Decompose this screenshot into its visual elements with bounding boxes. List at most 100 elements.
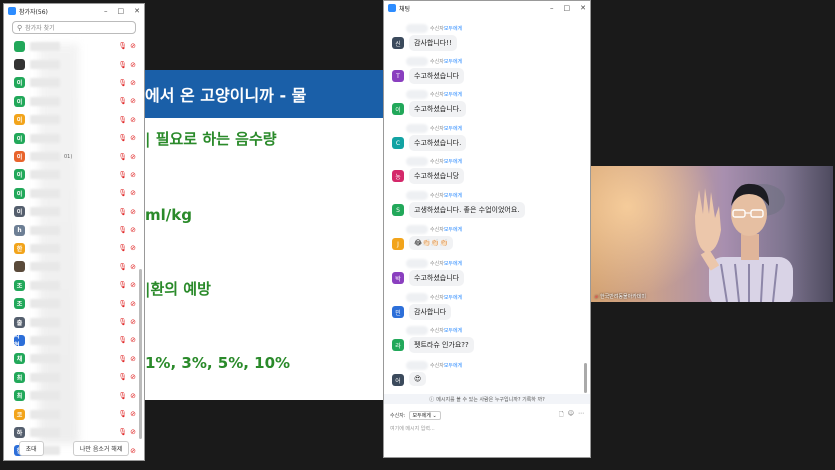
participant-row[interactable]: 🎙 ⊘: [4, 55, 144, 73]
participant-name-blurred: [30, 299, 60, 309]
mic-muted-icon: 🎙: [118, 299, 128, 308]
minimize-icon[interactable]: –: [104, 7, 108, 15]
mic-muted-icon: 🎙: [118, 115, 128, 124]
participant-row[interactable]: 이 01) 🎙 ⊘: [4, 147, 144, 165]
recipient-prefix: 수신자: [430, 59, 444, 65]
participant-avatar: 이: [14, 169, 25, 181]
chat-message-text: 감사합니다: [409, 304, 452, 320]
chat-message-header: 수신자 모두에게: [406, 191, 462, 200]
chat-message-header: 수신자 모두에게: [406, 225, 462, 234]
participant-avatar: 최: [14, 390, 25, 402]
invite-button[interactable]: 초대: [18, 440, 44, 456]
participants-titlebar: 참가자(56) – □ ✕: [4, 4, 144, 18]
participant-row[interactable]: 조 🎙 ⊘: [4, 294, 144, 312]
recipient-target: 모두에게: [443, 261, 463, 267]
chat-message-text: 수고하셨습니다.: [409, 101, 467, 117]
chat-message-list: 수신자 모두에게 신 감사합니다!! 수신자 모두에게 T 수고하셨습니다 수신자 모두에게 이 수고…: [384, 19, 590, 391]
close-icon[interactable]: ✕: [580, 4, 586, 12]
participant-avatar: 이: [14, 132, 25, 144]
participant-row[interactable]: h 🎙 ⊘: [4, 221, 144, 239]
participant-row[interactable]: 코 🎙 ⊘: [4, 405, 144, 423]
chat-scrollbar[interactable]: [584, 363, 587, 393]
participant-row[interactable]: 이 🎙 ⊘: [4, 74, 144, 92]
file-icon[interactable]: 🗋: [559, 410, 564, 420]
unmute-me-button[interactable]: 나만 음소거 해제: [72, 440, 130, 456]
participant-row[interactable]: 조 🎙 ⊘: [4, 276, 144, 294]
video-tile: ⌀ 한국반려동물아카데미: [591, 166, 833, 302]
video-off-icon: ⊘: [130, 391, 136, 400]
chat-message-header: 수신자 모두에게: [406, 124, 462, 133]
mic-muted-icon: 🎙: [118, 373, 128, 382]
participant-row[interactable]: 채 🎙 ⊘: [4, 350, 144, 368]
participant-row[interactable]: 이 🎙 ⊘: [4, 203, 144, 221]
participant-name-blurred: [30, 170, 60, 180]
slide-title: 에서 온 고양이니까 - 물: [145, 86, 307, 105]
participant-avatar: [14, 261, 25, 273]
chat-message-text: 펫트라슈 인가요??: [409, 337, 474, 353]
chat-message-text: 수고하셨습니다.: [409, 135, 467, 151]
chat-visibility-notice[interactable]: ⓘ 메시지를 볼 수 있는 사람은 누구입니까? 기록하 까?: [384, 394, 590, 404]
participant-name-blurred: [30, 280, 60, 290]
search-icon: ⚲: [17, 23, 23, 32]
chat-message-input[interactable]: 여기에 메시지 입력...: [384, 424, 590, 433]
video-off-icon: ⊘: [130, 281, 136, 290]
participants-scrollbar[interactable]: [139, 269, 142, 439]
participant-row[interactable]: 이 🎙 ⊘: [4, 111, 144, 129]
video-off-icon: ⊘: [130, 97, 136, 106]
recipient-prefix: 수신자: [430, 363, 444, 369]
video-off-icon: ⊘: [130, 226, 136, 235]
recipient-target: 모두에게: [443, 363, 463, 369]
recipient-target: 모두에게: [443, 328, 463, 334]
video-off-icon: ⊘: [130, 336, 136, 345]
participant-row[interactable]: 이 🎙 ⊘: [4, 129, 144, 147]
participant-name-blurred: [30, 41, 60, 51]
zoom-logo-icon: [8, 7, 16, 15]
participant-row[interactable]: 최 🎙 ⊘: [4, 368, 144, 386]
maximize-icon[interactable]: □: [118, 7, 125, 15]
participant-name-blurred: [30, 188, 60, 198]
sender-name-blurred: [406, 361, 428, 370]
slide-line-1: | 필요로 하는 음수량: [145, 130, 277, 148]
video-off-icon: ⊘: [130, 60, 136, 69]
participant-row[interactable]: 지현 🎙 ⊘: [4, 331, 144, 349]
recipient-select[interactable]: 모두에게 ⌄: [408, 410, 441, 420]
participant-avatar: 최: [14, 371, 25, 383]
participant-search-input[interactable]: ⚲ 참가자 찾기: [12, 21, 136, 34]
emoji-icon[interactable]: ☺: [568, 410, 574, 420]
mic-muted-icon: 🎙: [118, 152, 128, 161]
participant-avatar: 한: [14, 242, 25, 254]
participants-title: 참가자(56): [19, 8, 48, 16]
video-off-icon: ⊘: [130, 410, 136, 418]
participant-avatar: 이: [14, 95, 25, 107]
sender-name-blurred: [406, 57, 428, 66]
video-off-icon: ⊘: [130, 299, 136, 308]
participant-row[interactable]: 🎙 ⊘: [4, 37, 144, 55]
chat-message-header: 수신자 모두에게: [406, 90, 462, 99]
close-icon[interactable]: ✕: [134, 7, 140, 15]
more-icon[interactable]: ⋯: [578, 410, 584, 420]
minimize-icon[interactable]: –: [550, 4, 554, 12]
participant-row[interactable]: 이 🎙 ⊘: [4, 92, 144, 110]
sender-name-blurred: [406, 293, 428, 302]
participant-row[interactable]: 🎙 ⊘: [4, 258, 144, 276]
recipient-target: 모두에게: [443, 26, 463, 32]
participant-row[interactable]: 최 🎙 ⊘: [4, 386, 144, 404]
maximize-icon[interactable]: □: [564, 4, 571, 12]
chat-avatar: J: [392, 238, 404, 250]
video-off-icon: ⊘: [130, 354, 136, 363]
participant-search-placeholder: 참가자 찾기: [25, 25, 55, 32]
participant-avatar: 지현: [14, 333, 25, 349]
chat-message-header: 수신자 모두에게: [406, 57, 462, 66]
mic-muted-icon: 🎙: [118, 226, 128, 235]
participant-avatar: 채: [14, 353, 25, 365]
participant-row[interactable]: 출 🎙 ⊘: [4, 313, 144, 331]
participant-name-blurred: [30, 133, 60, 143]
recipient-prefix: 수신자: [430, 126, 444, 132]
participant-avatar: 이: [14, 77, 25, 89]
participant-avatar: 이: [14, 151, 25, 163]
participant-row[interactable]: 한 🎙⊘: [4, 239, 144, 257]
participant-row[interactable]: 이 🎙 ⊘: [4, 184, 144, 202]
participant-row[interactable]: 이 🎙 ⊘: [4, 166, 144, 184]
mic-muted-icon: 🎙: [118, 42, 128, 51]
speaker-video-figure: [695, 183, 793, 302]
